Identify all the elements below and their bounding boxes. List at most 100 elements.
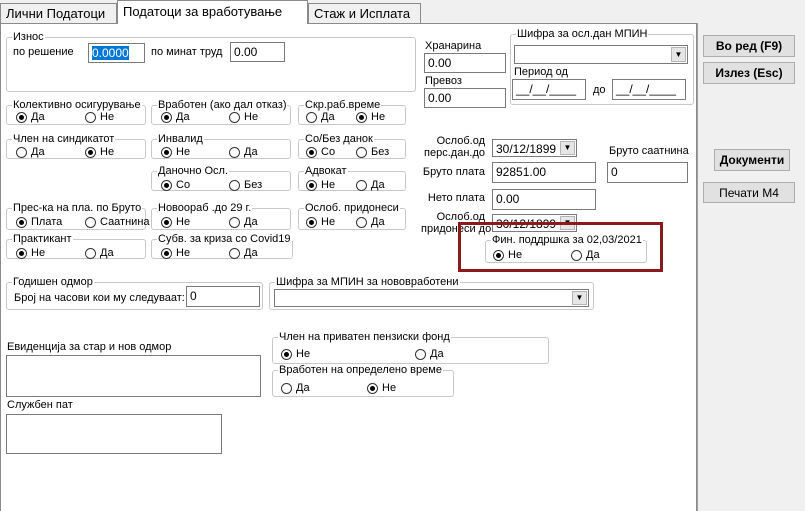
radio-on-icon: [16, 248, 27, 259]
tax-with[interactable]: Со: [306, 146, 335, 159]
period-to-input[interactable]: __/__/____: [612, 79, 686, 100]
disabled-yes[interactable]: Да: [229, 146, 258, 159]
collective-insurance-no[interactable]: Не: [85, 111, 114, 124]
pension-fund-legend: Член на приватен пензиски фонд: [279, 331, 450, 343]
radio-off-icon: [571, 250, 582, 261]
amount-legend: Износ: [13, 31, 44, 43]
radio-on-icon: [161, 112, 172, 123]
collective-insurance-legend: Колективно осигурување: [13, 99, 141, 111]
covid-subsidy-legend: Субв. за криза со Covid19: [158, 233, 291, 245]
lawyer-legend: Адвокат: [305, 165, 347, 177]
tax-without[interactable]: Без: [356, 146, 389, 159]
leave-record-textarea[interactable]: [6, 355, 261, 397]
fixed-term-no[interactable]: Не: [367, 382, 396, 395]
tax-exemption-legend: Даночно Осл.: [158, 165, 229, 177]
chevron-down-icon[interactable]: ▼: [572, 291, 587, 305]
ok-button[interactable]: Во ред (F9): [703, 35, 795, 57]
tax-exemption-with[interactable]: Со: [161, 179, 190, 192]
net-salary-input[interactable]: 0.00: [492, 189, 596, 210]
annual-leave-hours-label: Број на часови кои му следуваат:: [14, 292, 185, 304]
lawyer-yes[interactable]: Да: [356, 179, 385, 192]
union-member-yes[interactable]: Да: [16, 146, 45, 159]
new-employee-yes[interactable]: Да: [229, 216, 258, 229]
contribution-exempt-no[interactable]: Не: [306, 216, 335, 229]
radio-on-icon: [306, 147, 317, 158]
fixed-term-yes[interactable]: Да: [281, 382, 310, 395]
disabled-no[interactable]: Не: [161, 146, 190, 159]
radio-off-icon: [415, 349, 426, 360]
by-decision-label: по решение: [13, 46, 74, 58]
lawyer-no[interactable]: Не: [306, 179, 335, 192]
tab-personal-data[interactable]: Лични Податоци: [0, 3, 117, 23]
food-allowance-label: Хранарина: [425, 40, 482, 52]
intern-yes[interactable]: Да: [85, 247, 114, 260]
pension-fund-no[interactable]: Не: [281, 348, 310, 361]
personal-tax-exempt-value: 30/12/1899: [496, 142, 557, 156]
financial-support-no[interactable]: Не: [493, 249, 522, 262]
mpin-exemption-select[interactable]: ▼: [514, 45, 688, 64]
print-m4-button[interactable]: Печати М4: [703, 182, 795, 203]
covid-subsidy-yes[interactable]: Да: [229, 247, 258, 260]
contributions-exempt-label: Ослоб.од придонеси до: [421, 211, 492, 235]
employed-no[interactable]: Не: [229, 111, 258, 124]
radio-off-icon: [229, 248, 240, 259]
salary-calc-salary[interactable]: Плата: [16, 216, 62, 229]
employed-legend: Вработен (ако дал отказ): [158, 99, 287, 111]
contribution-exempt-yes[interactable]: Да: [356, 216, 385, 229]
past-work-label: по минат труд: [151, 46, 223, 58]
exit-button[interactable]: Излез (Esc): [703, 62, 795, 84]
chevron-down-icon[interactable]: ▼: [671, 47, 686, 62]
tax-exemption-without[interactable]: Без: [229, 179, 262, 192]
radio-off-icon: [229, 147, 240, 158]
new-employee-no[interactable]: Не: [161, 216, 190, 229]
radio-on-icon: [306, 180, 317, 191]
radio-on-icon: [161, 147, 172, 158]
intern-no[interactable]: Не: [16, 247, 45, 260]
chevron-down-icon[interactable]: ▼: [560, 216, 575, 230]
radio-off-icon: [85, 112, 96, 123]
period-to-label: до: [593, 84, 606, 96]
food-allowance-input[interactable]: 0.00: [424, 53, 506, 73]
past-work-input[interactable]: 0.00: [230, 42, 285, 62]
reduced-hours-yes[interactable]: Да: [306, 111, 335, 124]
new-employee-mpin-select[interactable]: ▼: [274, 289, 589, 307]
radio-off-icon: [356, 147, 367, 158]
gross-salary-input[interactable]: 92851.00: [492, 162, 596, 183]
contribution-exempt-legend: Ослоб. придонеси: [305, 202, 399, 214]
annual-leave-legend: Годишен одмор: [13, 276, 93, 288]
financial-support-yes[interactable]: Да: [571, 249, 600, 262]
pension-fund-yes[interactable]: Да: [415, 348, 444, 361]
radio-on-icon: [161, 217, 172, 228]
business-trip-label: Службен пат: [7, 399, 73, 411]
transport-input[interactable]: 0.00: [424, 88, 506, 108]
hourly-gross-input[interactable]: 0: [607, 162, 688, 183]
union-member-no[interactable]: Не: [85, 146, 114, 159]
contributions-exempt-date[interactable]: 30/12/1899 ▼: [492, 214, 577, 232]
mpin-exemption-legend: Шифра за осл.дан МПИН: [517, 28, 648, 40]
documents-button[interactable]: Документи: [714, 149, 790, 171]
radio-on-icon: [493, 250, 504, 261]
net-salary-label: Нето плата: [427, 192, 485, 204]
collective-insurance-yes[interactable]: Да: [16, 111, 45, 124]
employed-yes[interactable]: Да: [161, 111, 190, 124]
personal-tax-exempt-date[interactable]: 30/12/1899 ▼: [492, 139, 577, 157]
radio-off-icon: [16, 147, 27, 158]
tab-employment-data[interactable]: Податоци за вработување: [117, 0, 308, 24]
salary-calc-hourly[interactable]: Саатнина: [85, 216, 150, 229]
covid-subsidy-no[interactable]: Не: [161, 247, 190, 260]
annual-leave-hours-input[interactable]: 0: [186, 286, 260, 307]
reduced-hours-no[interactable]: Не: [356, 111, 385, 124]
contributions-exempt-value: 30/12/1899: [496, 217, 557, 231]
tax-legend: Со/Без данок: [305, 133, 373, 145]
radio-on-icon: [161, 248, 172, 259]
gross-salary-label: Бруто плата: [422, 166, 485, 178]
radio-off-icon: [356, 180, 367, 191]
radio-on-icon: [281, 349, 292, 360]
by-decision-input[interactable]: 0.0000: [88, 43, 145, 63]
chevron-down-icon[interactable]: ▼: [560, 141, 575, 155]
radio-off-icon: [85, 248, 96, 259]
radio-off-icon: [281, 383, 292, 394]
tab-seniority-payment[interactable]: Стаж и Исплата: [308, 3, 421, 23]
period-from-input[interactable]: __/__/____: [512, 79, 586, 100]
business-trip-textarea[interactable]: [6, 414, 222, 454]
